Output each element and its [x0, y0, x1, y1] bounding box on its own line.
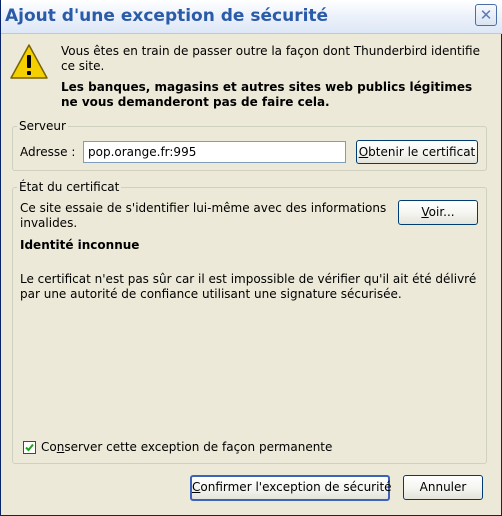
- title-bar[interactable]: Ajout d'une exception de sécurité ✕: [1, 0, 502, 34]
- permanent-label-rest: server cette exception de façon permanen…: [64, 440, 333, 454]
- dialog-title: Ajout d'une exception de sécurité: [5, 6, 329, 26]
- certificate-status-description: Ce site essaie de s'identifier lui-même …: [20, 201, 387, 230]
- permanent-exception-label[interactable]: Conserver cette exception de façon perma…: [41, 440, 332, 455]
- get-certificate-accesskey: O: [358, 145, 369, 159]
- warning-message: Vous êtes en train de passer outre la fa…: [61, 44, 480, 73]
- identity-status: Identité inconnue: [20, 238, 140, 252]
- certificate-status-group-label: État du certificat: [17, 180, 122, 194]
- cancel-button[interactable]: Annuler: [403, 475, 483, 500]
- server-group-label: Serveur: [17, 119, 68, 133]
- address-label: Adresse :: [20, 145, 76, 159]
- view-certificate-button[interactable]: Voir...: [398, 200, 478, 225]
- address-input[interactable]: [83, 141, 346, 163]
- view-label: oir...: [428, 205, 455, 219]
- warning-bold-message: Les banques, magasins et autres sites we…: [61, 80, 473, 109]
- checkmark-icon: [25, 443, 34, 452]
- confirm-exception-button[interactable]: Confirmer l'exception de sécurité: [190, 475, 392, 501]
- confirm-label: onfirmer l'exception de sécurité: [200, 480, 392, 494]
- dialog-window: Ajout d'une exception de sécurité ✕ Vous…: [0, 0, 502, 516]
- warning-icon: [9, 42, 49, 82]
- close-icon: ✕: [479, 6, 493, 24]
- close-button[interactable]: ✕: [475, 4, 497, 26]
- get-certificate-button[interactable]: Obtenir le certificat: [356, 140, 478, 164]
- get-certificate-label: btenir le certificat: [368, 145, 476, 159]
- permanent-exception-checkbox[interactable]: [23, 441, 36, 454]
- view-accesskey: V: [421, 205, 429, 219]
- permanent-label-prefix: Co: [41, 440, 57, 454]
- certificate-explanation: Le certificat n'est pas sûr car il est i…: [20, 272, 477, 301]
